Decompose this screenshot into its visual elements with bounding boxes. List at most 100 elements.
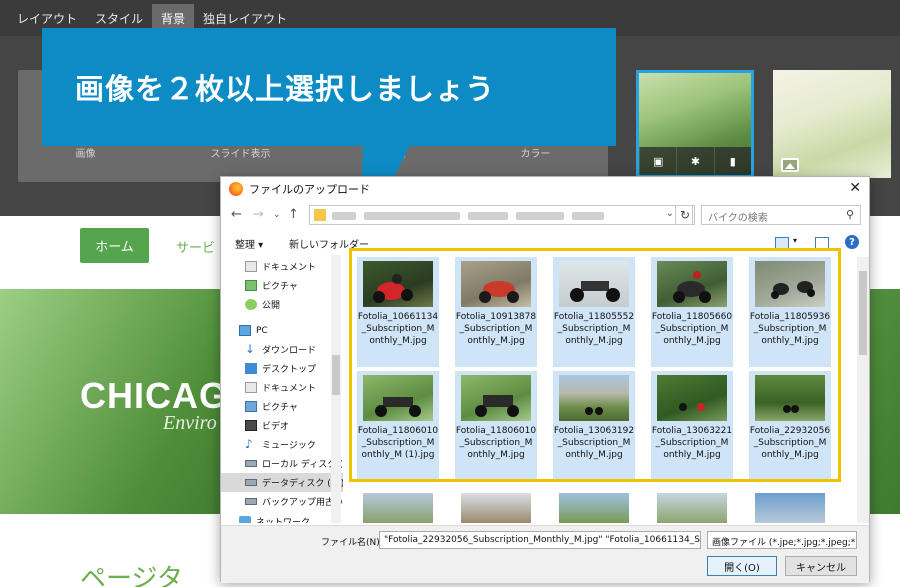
documents-icon (245, 382, 257, 393)
pc-icon (239, 325, 251, 336)
nav-item-public[interactable]: 公開 (221, 295, 343, 314)
drive-icon (245, 460, 257, 467)
redacted-path (332, 212, 356, 220)
type-color-label[interactable]: カラー (521, 145, 551, 160)
folder-icon (314, 209, 326, 221)
image-icon (781, 158, 799, 172)
search-input[interactable]: バイクの検索 ⚲ (701, 205, 861, 225)
nav-item-music[interactable]: ♪ ミュージック (221, 435, 343, 454)
filename-input[interactable]: "Fotolia_22932056_Subscription_Monthly_M… (379, 531, 701, 549)
music-icon: ♪ (245, 437, 253, 451)
redacted-path (468, 212, 508, 220)
nav-item-videos[interactable]: ビデオ (221, 416, 343, 435)
delete-button[interactable]: ▮ (713, 147, 751, 175)
cancel-button[interactable]: キャンセル (785, 556, 857, 576)
nav-scrollbar[interactable] (331, 255, 341, 523)
nav-item-label: ミュージック (262, 441, 316, 451)
gear-icon: ✱ (690, 154, 701, 168)
video-icon (245, 420, 257, 431)
nav-item-label: ピクチャ (262, 282, 298, 292)
file-thumbnail[interactable] (461, 493, 531, 523)
open-button[interactable]: 開く(O) (707, 556, 777, 576)
background-thumbnail-selected[interactable]: ▣ ✱ ▮ (636, 70, 754, 178)
nav-item-pc[interactable]: PC (221, 321, 343, 340)
chevron-down-icon[interactable]: ⌄ (666, 208, 674, 219)
dialog-title: ファイルのアップロード (249, 183, 370, 196)
nav-item-label: デスクトップ (262, 365, 317, 375)
thumbnail-toolbar: ▣ ✱ ▮ (639, 147, 751, 175)
file-thumbnail[interactable] (755, 493, 825, 523)
filename-label: ファイル名(N): (321, 538, 383, 548)
public-icon (245, 299, 257, 310)
dialog-titlebar: ファイルのアップロード ✕ (221, 177, 869, 201)
settings-button[interactable]: ✱ (676, 147, 714, 175)
instruction-callout: 画像を２枚以上選択しましょう (42, 28, 616, 146)
download-icon: ↓ (245, 342, 256, 356)
nav-scrollbar-thumb[interactable] (332, 355, 340, 395)
redacted-path (364, 212, 460, 220)
navigation-pane: ドキュメント ピクチャ 公開 PC ↓ ダウンロード デスクトップ ドキュメント… (221, 255, 343, 523)
type-image-label[interactable]: 画像 (76, 145, 96, 160)
drive-icon (245, 479, 257, 486)
image-icon: ▣ (652, 154, 664, 168)
trash-icon: ▮ (729, 154, 736, 168)
dialog-footer: ファイル名(N): "Fotolia_22932056_Subscription… (221, 525, 869, 583)
nav-item-label: ダウンロード (262, 346, 317, 356)
nav-item-label: ピクチャ (262, 403, 298, 413)
file-thumbnail[interactable] (559, 493, 629, 523)
forward-arrow-icon[interactable]: → (253, 207, 264, 222)
hero-subtitle: Enviro (163, 412, 217, 434)
search-placeholder: バイクの検索 (708, 213, 768, 224)
service-nav-link[interactable]: サービ (176, 237, 215, 256)
redacted-path (516, 212, 564, 220)
up-arrow-icon[interactable]: ↑ (288, 207, 299, 222)
desktop-icon (245, 363, 257, 374)
refresh-icon[interactable]: ↻ (675, 205, 695, 225)
filetype-select[interactable]: 画像ファイル (*.jpe;*.jpg;*.jpeg;*.g (707, 531, 857, 549)
background-type-labels: 画像 スライド表示 動画 カラー (18, 145, 608, 160)
chevron-down-icon[interactable]: ⌄ (273, 210, 281, 220)
file-upload-dialog: ファイルのアップロード ✕ ← → ⌄ ↑ ⌄ ↻ バイクの検索 ⚲ 整理 ▾ … (220, 176, 870, 583)
drive-icon (245, 498, 257, 505)
background-thumbnail[interactable] (773, 70, 891, 178)
type-slideshow-label[interactable]: スライド表示 (211, 145, 271, 160)
hero-title: CHICAG (80, 375, 228, 416)
nav-item-label: ドキュメント (262, 263, 317, 273)
firefox-icon (229, 182, 243, 196)
organize-menu[interactable]: 整理 ▾ (235, 236, 263, 251)
close-icon[interactable]: ✕ (849, 180, 861, 196)
address-bar[interactable]: ⌄ (309, 205, 693, 225)
pictures-icon (245, 280, 257, 291)
nav-item-documents[interactable]: ドキュメント (221, 257, 343, 276)
pictures-icon (245, 401, 257, 412)
nav-item-backup-drive[interactable]: バックアップ用古い (221, 492, 343, 511)
search-icon: ⚲ (845, 208, 854, 221)
nav-item-data-disk-d[interactable]: データディスク (D:) (221, 473, 343, 492)
nav-item-desktop[interactable]: デスクトップ (221, 359, 343, 378)
file-thumbnail[interactable] (657, 493, 727, 523)
image-button[interactable]: ▣ (639, 147, 677, 175)
nav-item-local-disk-c[interactable]: ローカル ディスク (C (221, 454, 343, 473)
nav-item-documents-pc[interactable]: ドキュメント (221, 378, 343, 397)
nav-item-network[interactable]: ネットワーク (221, 512, 343, 523)
app-root: レイアウト スタイル 背景 独自レイアウト 画像 スライド表示 動画 カラー ▣… (0, 0, 900, 587)
file-list-scrollbar[interactable] (857, 257, 869, 523)
nav-item-label: ビデオ (262, 422, 290, 432)
selection-highlight-frame (349, 248, 841, 482)
nav-item-label: 公開 (262, 301, 281, 311)
page-heading: ページタ (80, 564, 183, 587)
nav-item-pictures[interactable]: ピクチャ (221, 276, 343, 295)
back-arrow-icon[interactable]: ← (231, 207, 242, 222)
file-list-scrollbar-thumb[interactable] (859, 271, 867, 355)
chevron-down-icon[interactable]: ▾ (793, 236, 797, 245)
documents-icon (245, 261, 257, 272)
nav-item-downloads[interactable]: ↓ ダウンロード (221, 340, 343, 359)
nav-item-label: PC (256, 325, 268, 336)
nav-item-label: ネットワーク (256, 518, 311, 523)
home-nav-button[interactable]: ホーム (80, 228, 149, 263)
file-thumbnail[interactable] (363, 493, 433, 523)
address-row: ← → ⌄ ↑ ⌄ ↻ バイクの検索 ⚲ (221, 205, 869, 227)
nav-item-pictures-pc[interactable]: ピクチャ (221, 397, 343, 416)
nav-item-label: ドキュメント (262, 384, 317, 394)
redacted-path (572, 212, 604, 220)
